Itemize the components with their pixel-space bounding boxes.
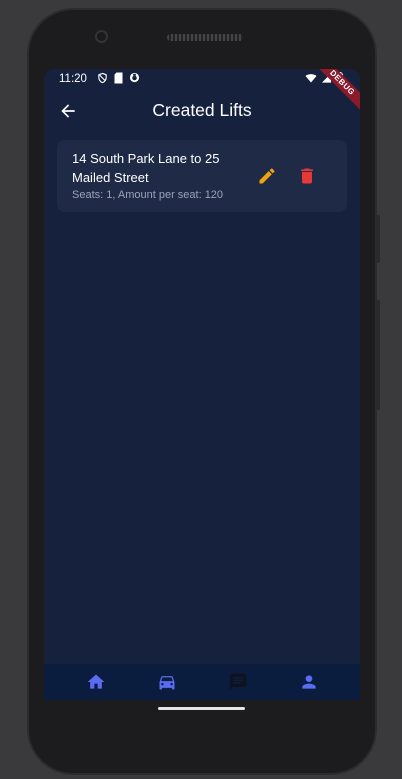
volume-button [376,300,380,410]
status-bar: 11:20 DEBUG [44,69,360,116]
chat-icon[interactable] [228,672,248,692]
car-icon[interactable] [157,672,177,692]
status-time: 11:20 [59,73,87,85]
home-gesture-bar[interactable] [158,707,245,710]
front-camera [97,32,106,41]
wifi-icon [305,74,317,83]
edit-icon[interactable] [257,166,277,186]
lift-card: 14 South Park Lane to 25 Mailed Street S… [57,140,347,212]
app-screen: 11:20 DEBUG Created Lifts 14 South Park … [44,69,360,700]
sd-card-icon [114,72,123,84]
home-icon[interactable] [86,672,106,692]
lift-details: Seats: 1, Amount per seat: 120 [72,189,224,201]
app-bar: Created Lifts [44,91,360,131]
shield-icon [98,72,107,84]
delete-icon[interactable] [297,166,317,186]
status-notification-icons [97,72,140,84]
page-title: Created Lifts [152,100,252,120]
person-icon[interactable] [299,672,319,692]
bottom-navigation [44,664,360,700]
app-notification-icon [129,72,140,83]
earpiece-speaker [167,34,243,41]
lift-route: 14 South Park Lane to 25 Mailed Street [72,151,220,185]
power-button [376,215,380,263]
